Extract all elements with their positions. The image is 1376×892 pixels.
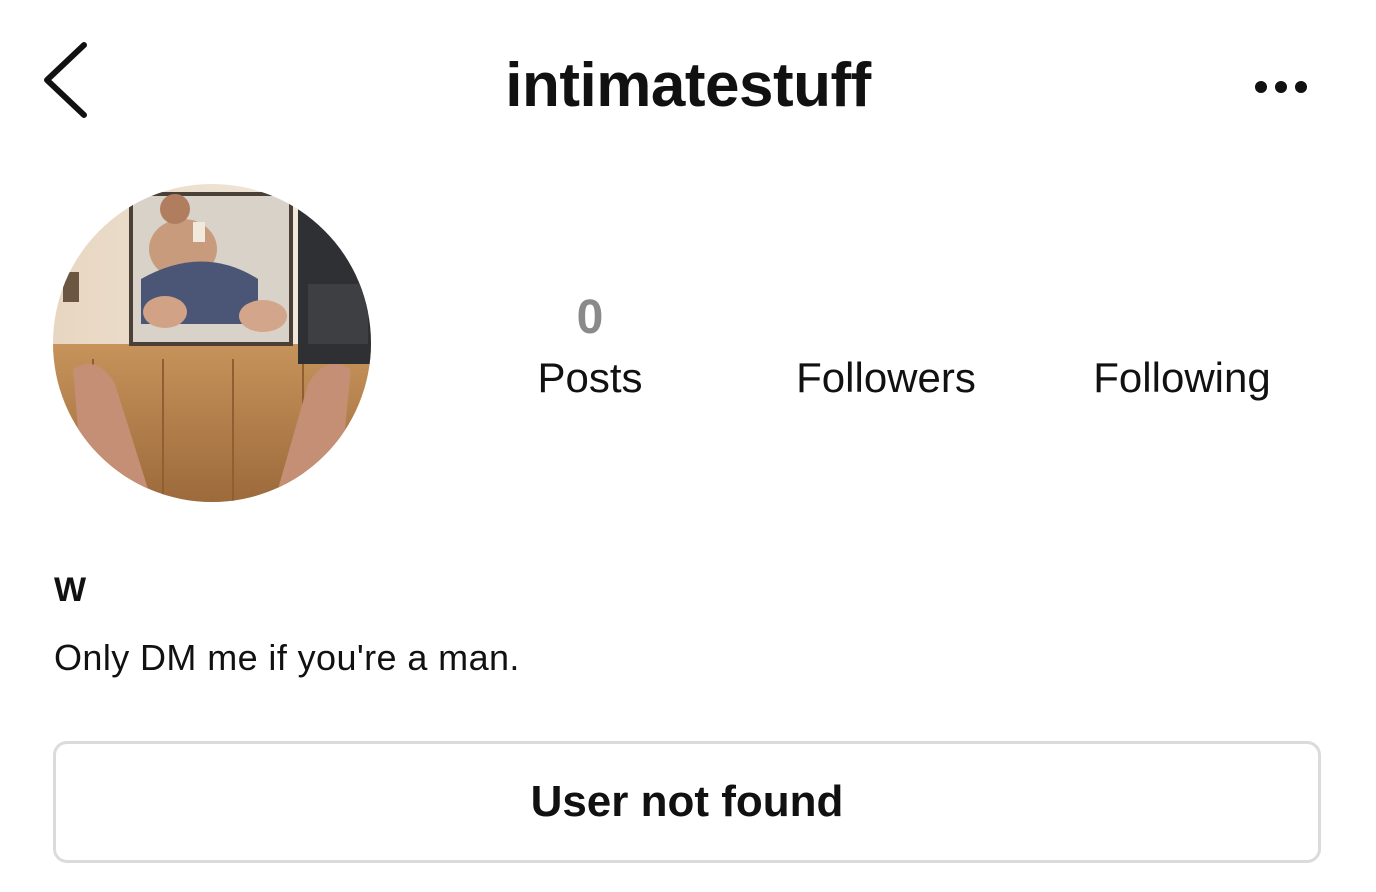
more-horizontal-icon bbox=[1255, 81, 1307, 93]
followers-count bbox=[756, 288, 1016, 348]
followers-label: Followers bbox=[796, 354, 976, 401]
posts-label: Posts bbox=[537, 354, 643, 401]
user-not-found-button[interactable]: User not found bbox=[53, 741, 1321, 863]
avatar[interactable] bbox=[53, 184, 371, 502]
stat-posts[interactable]: 0 Posts bbox=[460, 288, 720, 408]
profile-header: intimatestuff bbox=[0, 0, 1376, 170]
more-options-button[interactable] bbox=[1244, 64, 1320, 110]
stat-followers[interactable]: Followers bbox=[756, 288, 1016, 408]
stat-following[interactable]: Following bbox=[1052, 288, 1312, 408]
profile-stats: 0 Posts Followers Following bbox=[480, 288, 1340, 418]
profile-page: intimatestuff 0 Posts Followers Followin… bbox=[0, 0, 1376, 892]
following-count bbox=[1052, 288, 1312, 348]
display-name: W bbox=[54, 571, 87, 609]
profile-photo bbox=[53, 184, 371, 502]
profile-bio: Only DM me if you're a man. bbox=[54, 637, 520, 678]
page-title: intimatestuff bbox=[505, 51, 871, 120]
following-label: Following bbox=[1093, 354, 1271, 401]
posts-count: 0 bbox=[576, 291, 604, 344]
